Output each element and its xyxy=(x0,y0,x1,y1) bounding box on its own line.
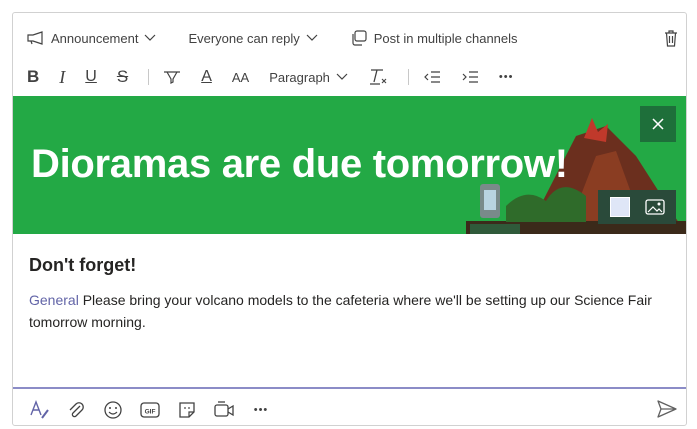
outdent-button[interactable] xyxy=(423,65,441,89)
copy-icon xyxy=(352,30,367,46)
meet-icon xyxy=(214,401,234,417)
format-toolbar: B I U S A AA Paragraph ••• xyxy=(27,65,533,89)
more-options-button[interactable]: ••• xyxy=(499,65,514,89)
image-icon xyxy=(644,199,665,215)
post-multiple-channels-button[interactable]: Post in multiple channels xyxy=(350,30,518,46)
message-subject[interactable]: Don't forget! xyxy=(29,255,136,276)
banner-image-tools xyxy=(598,190,676,224)
delete-button[interactable] xyxy=(664,29,678,52)
underline-button[interactable]: U xyxy=(85,65,97,89)
post-options-bar: Announcement Everyone can reply Post in … xyxy=(27,27,544,49)
paragraph-dropdown[interactable]: Paragraph xyxy=(269,65,348,89)
trash-icon xyxy=(665,30,677,47)
announcement-label: Announcement xyxy=(51,30,139,46)
compose-box: Announcement Everyone can reply Post in … xyxy=(12,12,687,426)
gif-button[interactable]: GIF xyxy=(138,398,162,422)
format-button[interactable] xyxy=(27,398,51,422)
indent-icon xyxy=(462,71,478,83)
chevron-down-icon xyxy=(306,34,318,41)
emoji-icon xyxy=(104,401,122,419)
send-button[interactable] xyxy=(656,399,678,424)
attach-button[interactable] xyxy=(64,398,88,422)
remove-banner-button[interactable] xyxy=(640,106,676,142)
focus-underline xyxy=(13,387,686,389)
chevron-down-icon xyxy=(336,73,348,80)
compose-actions-bar: GIF ••• xyxy=(27,398,286,422)
more-actions-button[interactable]: ••• xyxy=(249,398,273,422)
reply-setting-dropdown[interactable]: Everyone can reply xyxy=(188,31,323,46)
send-icon xyxy=(657,400,677,418)
font-size-button[interactable]: AA xyxy=(232,65,249,89)
message-body-text: Please bring your volcano models to the … xyxy=(29,292,652,330)
font-color-button[interactable]: A xyxy=(201,65,212,89)
clear-formatting-button[interactable] xyxy=(368,65,388,89)
channel-mention[interactable]: General xyxy=(29,292,79,308)
highlight-button[interactable] xyxy=(163,65,181,89)
format-icon xyxy=(30,400,49,419)
toolbar-divider xyxy=(148,69,150,85)
strikethrough-button[interactable]: S xyxy=(117,65,128,89)
sticker-button[interactable] xyxy=(175,398,199,422)
banner-headline: Dioramas are due tomorrow! xyxy=(31,142,568,186)
gif-icon: GIF xyxy=(140,402,160,418)
bold-button[interactable]: B xyxy=(27,65,39,89)
banner-image-button[interactable] xyxy=(644,199,665,215)
message-body[interactable]: General Please bring your volcano models… xyxy=(29,289,669,333)
svg-text:GIF: GIF xyxy=(145,409,156,416)
announcement-banner: Dioramas are due tomorrow! xyxy=(13,96,686,234)
attach-icon xyxy=(69,402,84,418)
paragraph-label: Paragraph xyxy=(269,69,330,85)
announcement-dropdown[interactable]: Announcement xyxy=(27,31,162,46)
clear-format-icon xyxy=(369,69,387,85)
outdent-icon xyxy=(424,71,440,83)
meet-now-button[interactable] xyxy=(212,398,236,422)
indent-button[interactable] xyxy=(461,65,479,89)
close-icon xyxy=(652,118,664,130)
banner-color-button[interactable] xyxy=(609,197,630,217)
highlight-icon xyxy=(164,71,181,84)
emoji-button[interactable] xyxy=(101,398,125,422)
toolbar-divider xyxy=(407,69,409,85)
italic-button[interactable]: I xyxy=(59,65,65,89)
sticker-icon xyxy=(179,402,195,418)
megaphone-icon xyxy=(27,31,43,45)
post-multiple-channels-label: Post in multiple channels xyxy=(373,30,518,46)
chevron-down-icon xyxy=(145,34,156,41)
reply-setting-label: Everyone can reply xyxy=(188,30,300,46)
